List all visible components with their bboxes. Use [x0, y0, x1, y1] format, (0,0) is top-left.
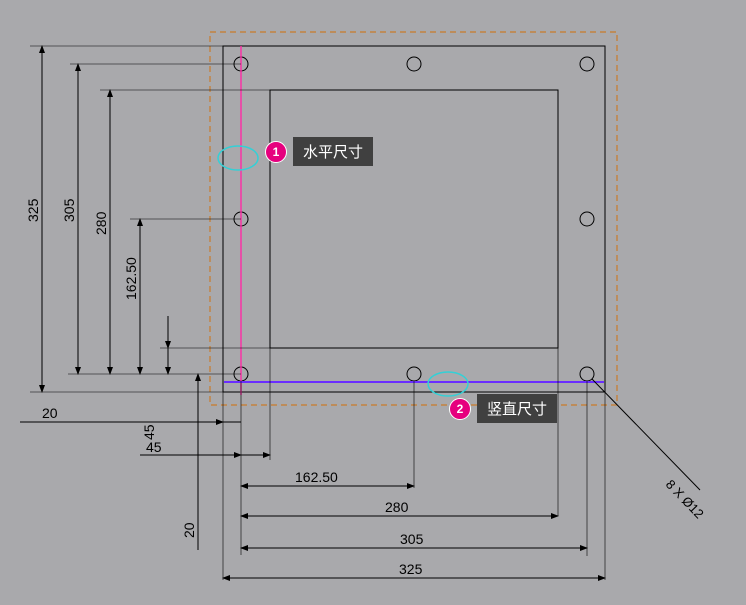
dim-h-45: 45: [146, 439, 162, 455]
dim-v-20: 20: [181, 522, 197, 538]
dim-v-280: 280: [93, 211, 109, 235]
plate-outer: [223, 46, 605, 392]
dim-h-305: 305: [400, 531, 424, 547]
dim-h-20: 20: [42, 405, 58, 421]
callout-1-label: 水平尺寸: [293, 137, 373, 166]
callout-2: 2 竖直尺寸: [449, 394, 557, 423]
dim-v-325: 325: [25, 198, 41, 222]
dim-h-325: 325: [399, 561, 423, 577]
hole-note-text: 8 X Ø12: [663, 477, 707, 522]
dim-v-305: 305: [61, 198, 77, 222]
callout-1: 1 水平尺寸: [265, 137, 373, 166]
dim-v-45: 45: [141, 424, 157, 440]
selection-box: [210, 32, 617, 405]
dim-h-16250: 162.50: [295, 469, 338, 485]
callout-1-num: 1: [265, 141, 287, 163]
step1-marker: [218, 146, 258, 170]
drawing-canvas: 325 305 280 162.50 45 20 20 45 162.50 28…: [0, 0, 746, 605]
dim-h-280: 280: [385, 499, 409, 515]
hole-callout: 8 X Ø12: [592, 379, 707, 521]
callout-2-label: 竖直尺寸: [477, 394, 557, 423]
holes: [234, 57, 594, 381]
dim-v-16250: 162.50: [123, 257, 139, 300]
callout-2-num: 2: [449, 398, 471, 420]
vertical-dim-group: 325 305 280 162.50 45 20: [25, 46, 270, 550]
plate-inner: [270, 90, 558, 348]
